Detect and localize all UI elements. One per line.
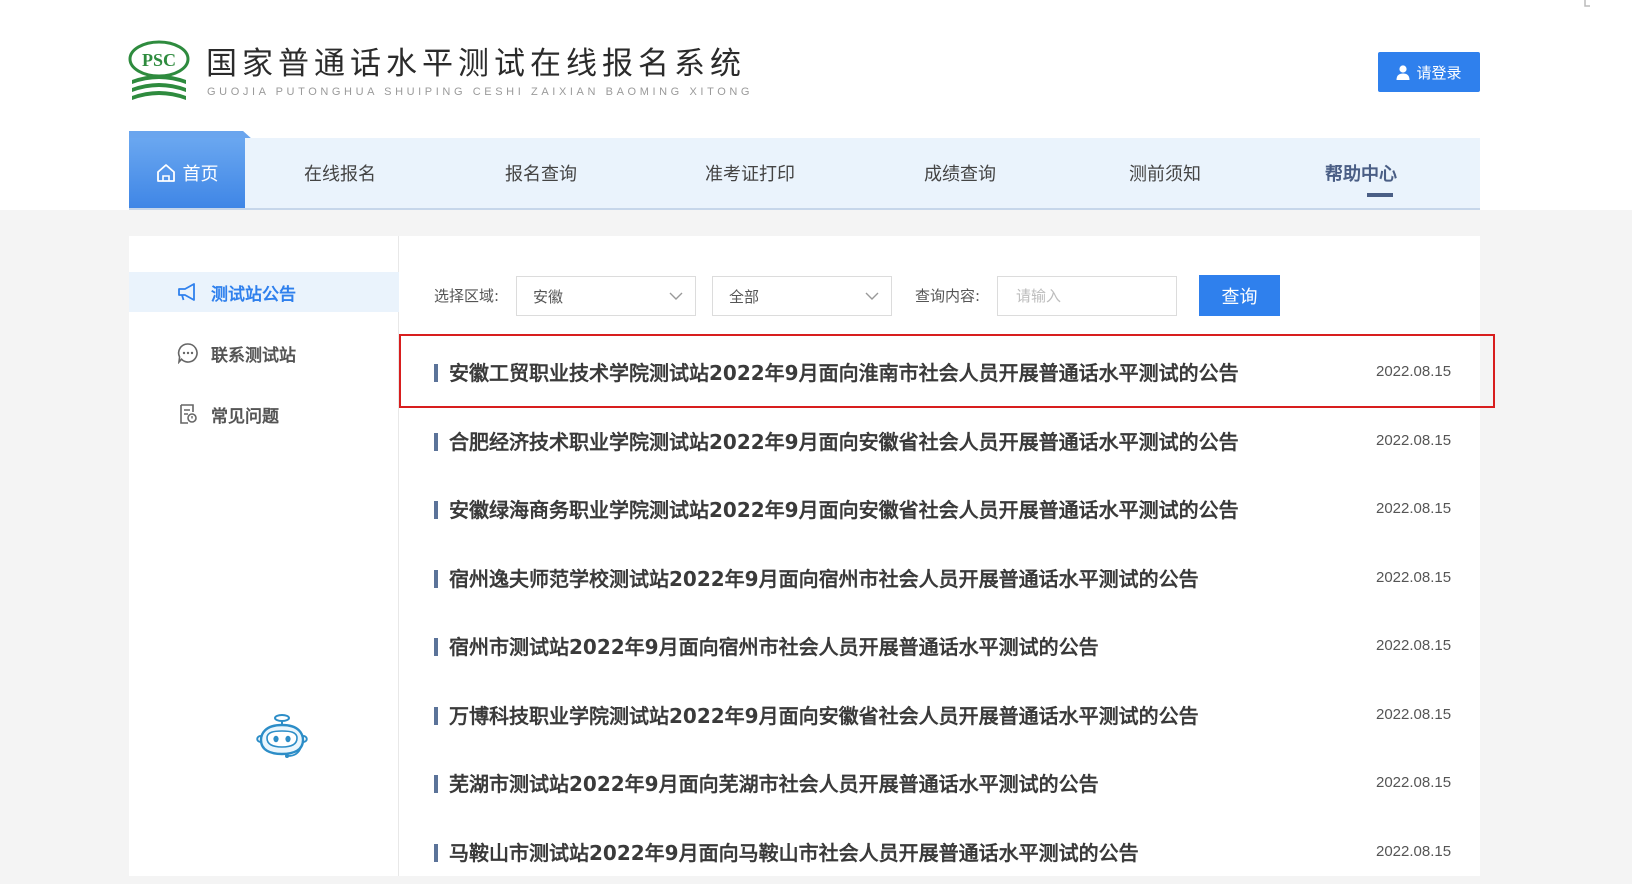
announcement-row[interactable]: 马鞍山市测试站2022年9月面向马鞍山市社会人员开展普通话水平测试的公告 2022… <box>400 818 1480 884</box>
search-input[interactable] <box>997 276 1177 316</box>
site-subtitle: GUOJIA PUTONGHUA SHUIPING CESHI ZAIXIAN … <box>207 86 754 98</box>
query-label: 查询内容: <box>915 287 981 305</box>
help-center-underline <box>1367 193 1393 197</box>
announcement-title[interactable]: 芜湖市测试站2022年9月面向芜湖市社会人员开展普通话水平测试的公告 <box>449 770 1099 798</box>
city-select[interactable]: 全部 <box>712 276 892 316</box>
nav-item-help-center[interactable]: 帮助中心 <box>1263 138 1459 208</box>
city-value: 全部 <box>729 287 760 306</box>
sidebar-item-contact-station[interactable]: 联系测试站 <box>129 333 399 373</box>
megaphone-icon <box>178 283 195 301</box>
row-marker <box>434 775 438 793</box>
sidebar-item-label: 测试站公告 <box>211 284 296 305</box>
nav-item-online-registration[interactable]: 在线报名 <box>245 138 435 208</box>
sidebar-item-label: 联系测试站 <box>211 345 296 366</box>
row-marker <box>434 844 438 862</box>
province-select[interactable]: 安徽 <box>516 276 696 316</box>
site-title: 国家普通话水平测试在线报名系统 <box>206 46 746 82</box>
login-label: 请登录 <box>1416 63 1462 82</box>
announcement-title[interactable]: 宿州逸夫师范学校测试站2022年9月面向宿州市社会人员开展普通话水平测试的公告 <box>449 565 1199 593</box>
sidebar-item-label: 常见问题 <box>211 406 279 427</box>
sidebar-item-station-announcements[interactable]: 测试站公告 <box>129 272 399 312</box>
row-marker <box>434 707 438 725</box>
announcement-title[interactable]: 万博科技职业学院测试站2022年9月面向安徽省社会人员开展普通话水平测试的公告 <box>449 702 1199 730</box>
province-value: 安徽 <box>533 287 564 306</box>
announcement-title[interactable]: 马鞍山市测试站2022年9月面向马鞍山市社会人员开展普通话水平测试的公告 <box>449 839 1139 867</box>
home-icon <box>156 164 175 182</box>
announcement-row[interactable]: 安徽绿海商务职业学院测试站2022年9月面向安徽省社会人员开展普通话水平测试的公… <box>400 475 1480 541</box>
announcement-title[interactable]: 安徽绿海商务职业学院测试站2022年9月面向安徽省社会人员开展普通话水平测试的公… <box>449 496 1239 524</box>
announcement-row[interactable]: 宿州逸夫师范学校测试站2022年9月面向宿州市社会人员开展普通话水平测试的公告 2… <box>400 544 1480 610</box>
announcement-date: 2022.08.15 <box>1376 637 1452 654</box>
chat-bubble-icon <box>177 343 198 364</box>
announcement-date: 2022.08.15 <box>1376 500 1452 517</box>
logo-text: PSC <box>142 50 176 70</box>
announcement-row[interactable]: 宿州市测试站2022年9月面向宿州市社会人员开展普通话水平测试的公告 2022.0… <box>400 612 1480 678</box>
search-button[interactable]: 查询 <box>1199 275 1280 316</box>
sidebar-item-faq[interactable]: 常见问题 <box>129 394 399 434</box>
announcement-row[interactable]: 合肥经济技术职业学院测试站2022年9月面向安徽省社会人员开展普通话水平测试的公… <box>400 407 1480 473</box>
main-nav: 首页 在线报名 报名查询 准考证打印 成绩查询 测前须知 帮助中心 <box>129 138 1480 210</box>
login-button[interactable]: 请登录 <box>1378 52 1480 92</box>
row-marker <box>434 638 438 656</box>
announcement-date: 2022.08.15 <box>1376 774 1452 791</box>
region-label: 选择区域: <box>434 287 500 305</box>
row-marker <box>434 364 438 382</box>
announcement-title[interactable]: 合肥经济技术职业学院测试站2022年9月面向安徽省社会人员开展普通话水平测试的公… <box>449 428 1239 456</box>
announcement-date: 2022.08.15 <box>1376 363 1452 380</box>
nav-item-label: 帮助中心 <box>1325 164 1397 185</box>
nav-item-home[interactable]: 首页 <box>129 138 245 208</box>
chevron-down-icon <box>669 292 683 300</box>
row-marker <box>434 570 438 588</box>
announcement-date: 2022.08.15 <box>1376 432 1452 449</box>
nav-item-label: 准考证打印 <box>705 164 795 185</box>
nav-item-registration-query[interactable]: 报名查询 <box>435 138 647 208</box>
announcement-row[interactable]: 芜湖市测试站2022年9月面向芜湖市社会人员开展普通话水平测试的公告 2022.0… <box>400 749 1480 815</box>
chevron-down-icon <box>865 292 879 300</box>
row-marker <box>434 433 438 451</box>
announcement-date: 2022.08.15 <box>1376 569 1452 586</box>
nav-item-label: 在线报名 <box>304 164 376 185</box>
nav-item-admission-print[interactable]: 准考证打印 <box>647 138 853 208</box>
announcement-row[interactable]: 万博科技职业学院测试站2022年9月面向安徽省社会人员开展普通话水平测试的公告 2… <box>400 681 1480 747</box>
user-icon <box>1396 64 1410 80</box>
nav-item-label: 成绩查询 <box>924 164 996 185</box>
faq-document-icon <box>180 404 197 424</box>
nav-item-label: 首页 <box>182 164 219 185</box>
announcement-date: 2022.08.15 <box>1376 843 1452 860</box>
nav-item-label: 测前须知 <box>1129 164 1201 185</box>
row-marker <box>434 501 438 519</box>
announcement-title[interactable]: 安徽工贸职业技术学院测试站2022年9月面向淮南市社会人员开展普通话水平测试的公… <box>449 359 1239 387</box>
announcement-date: 2022.08.15 <box>1376 706 1452 723</box>
nav-item-pre-test-notice[interactable]: 测前须知 <box>1067 138 1263 208</box>
nav-item-score-query[interactable]: 成绩查询 <box>853 138 1067 208</box>
psc-logo: PSC <box>128 40 190 100</box>
nav-item-label: 报名查询 <box>505 164 577 185</box>
corner-mark-icon <box>1584 0 1590 7</box>
sidebar <box>129 236 399 876</box>
announcement-title[interactable]: 宿州市测试站2022年9月面向宿州市社会人员开展普通话水平测试的公告 <box>449 633 1099 661</box>
robot-assistant-icon[interactable] <box>252 712 312 760</box>
announcement-row[interactable]: 安徽工贸职业技术学院测试站2022年9月面向淮南市社会人员开展普通话水平测试的公… <box>400 338 1480 404</box>
